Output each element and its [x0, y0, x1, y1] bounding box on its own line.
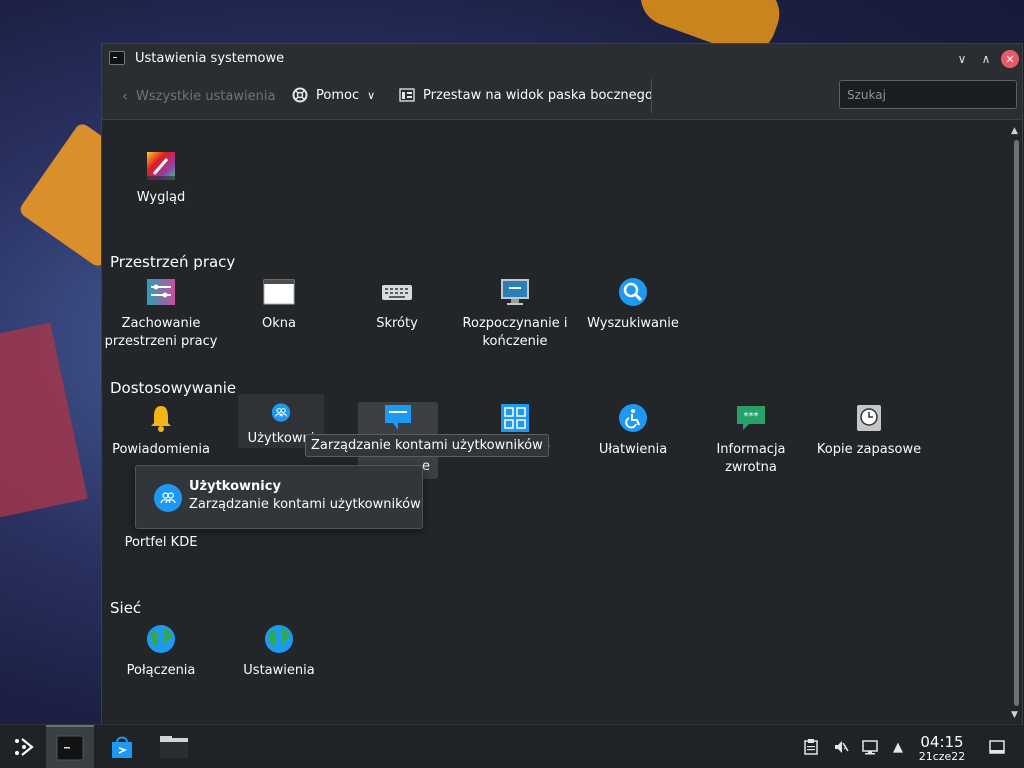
close-button[interactable]: ✕: [1001, 50, 1019, 68]
tile-label: Połączenia: [126, 663, 196, 678]
apps-grid-icon: [501, 404, 529, 432]
users-info-popup: Użytkownicy Zarządzanie kontami użytkown…: [135, 465, 423, 529]
tile-label: Kopie zapasowe: [816, 442, 922, 457]
terminal-icon: [56, 735, 84, 761]
settings-grid: Wygląd Przestrzeń pracy Zachowanie przes…: [102, 121, 1007, 724]
appearance-icon: [147, 152, 175, 180]
globe-icon: [265, 625, 293, 653]
feedback-icon: ***: [737, 406, 765, 430]
tile-connections[interactable]: Połączenia: [102, 615, 220, 680]
titlebar[interactable]: Ustawienia systemowe ∨ ∧ ✕: [102, 44, 1022, 74]
app-icon[interactable]: [109, 51, 125, 65]
tile-label: Wyszukiwanie: [587, 316, 679, 331]
tile-windows[interactable]: Okna: [220, 268, 338, 333]
scroll-down-arrow[interactable]: ▼: [1011, 710, 1018, 720]
task-system-settings[interactable]: [46, 725, 94, 768]
help-lifebuoy-icon: [292, 87, 308, 103]
popup-title: Użytkownicy: [189, 479, 281, 494]
tile-kde-wallet[interactable]: Portfel KDE: [102, 534, 220, 552]
svg-text:***: ***: [744, 411, 759, 422]
toolbar: ‹ Wszystkie ustawienia Pomoc ∨ Przestaw …: [102, 74, 1022, 120]
search-icon: [619, 278, 647, 306]
help-button-label: Pomoc: [316, 87, 360, 103]
monitor-icon: [501, 279, 529, 305]
task-file-manager[interactable]: [150, 725, 198, 768]
workspace-behavior-icon: [147, 279, 175, 305]
network-icon[interactable]: [862, 739, 878, 755]
globe-icon: [147, 625, 175, 653]
back-button-label: Wszystkie ustawienia: [136, 88, 276, 104]
tooltip: Zarządzanie kontami użytkowników: [305, 434, 549, 457]
tile-label: Portfel KDE: [124, 535, 198, 550]
tile-accessibility[interactable]: Ułatwienia: [574, 394, 692, 459]
folder-icon: [160, 736, 188, 758]
tile-feedback[interactable]: *** Informacja zwrotna: [692, 394, 810, 477]
chevron-down-icon: ∨: [367, 88, 376, 102]
tile-label: Ułatwienia: [598, 442, 668, 457]
close-icon: ✕: [1005, 52, 1015, 66]
accessibility-icon: [619, 404, 647, 432]
chevron-up-icon: ∧: [981, 52, 991, 66]
sidebar-view-button[interactable]: Przestaw na widok paska bocznego: [399, 87, 653, 103]
chevron-down-icon: ∨: [957, 52, 967, 66]
tile-label: Okna: [262, 316, 296, 331]
window-title: Ustawienia systemowe: [135, 51, 285, 66]
minimize-button[interactable]: ∨: [953, 50, 971, 68]
tile-workspace-behavior[interactable]: Zachowanie przestrzeni pracy: [102, 268, 220, 351]
tile-notifications[interactable]: Powiadomienia: [102, 394, 220, 459]
kde-menu-icon: [15, 738, 34, 756]
peek-desktop-icon[interactable]: [989, 739, 1005, 755]
tile-search[interactable]: Wyszukiwanie: [574, 268, 692, 333]
application-launcher[interactable]: [0, 725, 48, 768]
chat-bubble-icon: [385, 405, 411, 430]
tile-label: Powiadomienia: [112, 442, 210, 457]
toolbar-separator: [651, 79, 652, 113]
windows-icon: [263, 279, 295, 305]
tile-shortcuts[interactable]: Skróty: [338, 268, 456, 333]
tile-startup-shutdown[interactable]: Rozpoczynanie i kończenie: [456, 268, 574, 351]
search-input[interactable]: [839, 80, 1017, 109]
keyboard-icon: [382, 285, 412, 300]
tile-label: Rozpoczynanie i kończenie: [462, 316, 568, 349]
wallpaper-shape: [0, 322, 88, 518]
discover-icon: [112, 736, 132, 758]
users-icon: [154, 484, 182, 512]
tile-label-suffix: e: [422, 459, 430, 474]
scrollbar[interactable]: ▲ ▼: [1008, 122, 1022, 724]
tile-backups[interactable]: Kopie zapasowe: [810, 394, 928, 459]
clock-icon: [857, 405, 881, 431]
maximize-button[interactable]: ∧: [977, 50, 995, 68]
users-icon: [271, 403, 291, 422]
sidebar-view-icon: [399, 88, 415, 102]
task-discover[interactable]: [98, 725, 146, 768]
popup-subtitle: Zarządzanie kontami użytkowników: [189, 497, 421, 512]
sidebar-view-label: Przestaw na widok paska bocznego: [423, 87, 653, 103]
scrollbar-thumb[interactable]: [1014, 140, 1019, 706]
bell-icon: [151, 406, 171, 432]
clock-date[interactable]: 21cze22: [912, 750, 972, 763]
tile-appearance[interactable]: Wygląd: [102, 142, 220, 207]
volume-muted-icon[interactable]: [833, 739, 849, 755]
system-settings-window: Ustawienia systemowe ∨ ∧ ✕ ‹ Wszystkie u…: [101, 43, 1023, 725]
clock-time[interactable]: 04:15: [912, 733, 972, 751]
tile-label: Skróty: [376, 316, 418, 331]
clipboard-icon[interactable]: [803, 739, 819, 755]
tile-label: Zachowanie przestrzeni pracy: [104, 316, 218, 349]
tile-label: Informacja zwrotna: [716, 442, 786, 475]
taskbar: ▲ 04:15 21cze22: [0, 724, 1024, 768]
back-button[interactable]: ‹ Wszystkie ustawienia: [122, 87, 275, 105]
help-menu-button[interactable]: Pomoc ∨: [292, 87, 375, 103]
tile-network-settings[interactable]: Ustawienia: [220, 615, 338, 680]
tile-label: Wygląd: [136, 190, 186, 205]
back-chevron-icon: ‹: [122, 87, 128, 105]
tile-label: Ustawienia: [243, 663, 315, 678]
show-hidden-arrow-icon[interactable]: ▲: [890, 739, 906, 755]
scroll-up-arrow[interactable]: ▲: [1011, 126, 1018, 136]
